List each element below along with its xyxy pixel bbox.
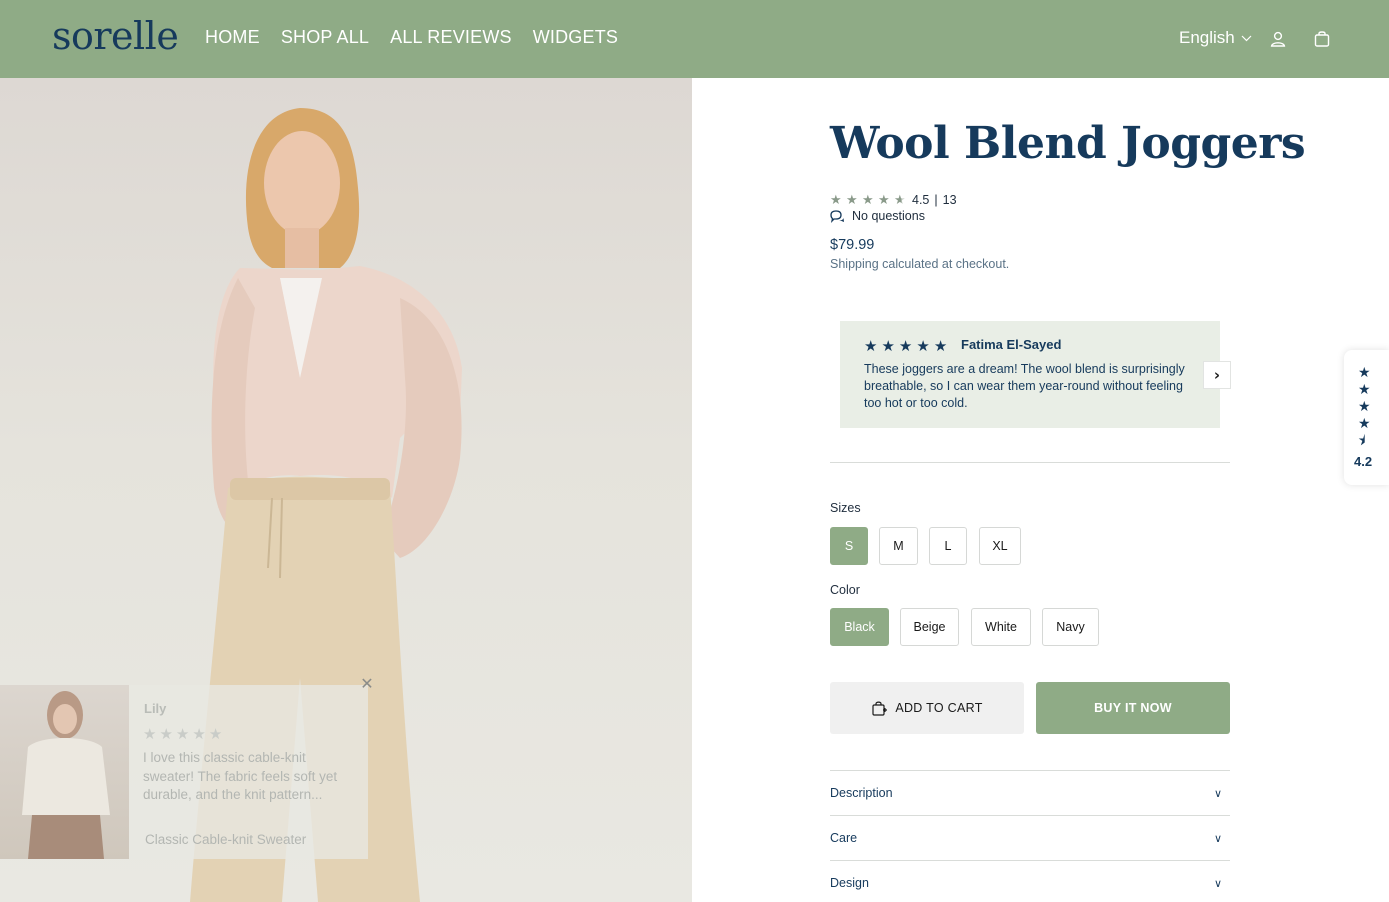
chat-bubbles-icon <box>830 209 844 223</box>
size-option-l[interactable]: L <box>929 527 967 565</box>
nav-widgets[interactable]: WIDGETS <box>533 27 618 48</box>
product-title: Wool Blend Joggers <box>830 118 1306 169</box>
accordion-care[interactable]: Care ∨ <box>830 815 1230 860</box>
add-to-cart-button[interactable]: ADD TO CART <box>830 682 1024 734</box>
popup-review-author: Lily <box>144 701 167 716</box>
star-icon: ★ <box>830 192 842 207</box>
floating-rating-stars: ★ ★ ★ ★ ⯨ <box>1358 365 1371 449</box>
floating-rating-value: 4.2 <box>1354 454 1373 469</box>
main-nav: HOME SHOP ALL ALL REVIEWS WIDGETS <box>205 27 618 48</box>
product-price: $79.99 <box>830 237 875 253</box>
sizes-label: Sizes <box>830 501 861 515</box>
star-icon: ★ <box>159 725 173 743</box>
half-star-icon: ★ <box>894 192 909 208</box>
buy-now-button[interactable]: BUY IT NOW <box>1036 682 1230 734</box>
star-icon: ★ <box>881 337 895 355</box>
shipping-link[interactable]: Shipping calculated at checkout. <box>830 257 1009 271</box>
review-count: 13 <box>942 193 957 207</box>
chevron-down-icon: ∨ <box>1213 832 1222 845</box>
featured-review-stars: ★ ★ ★ ★ ★ <box>864 337 947 355</box>
star-icon: ★ <box>1358 382 1371 398</box>
accordion-label: Care <box>830 831 858 845</box>
nav-shop-all[interactable]: SHOP ALL <box>281 27 369 48</box>
language-label: English <box>1179 28 1235 47</box>
divider <box>830 462 1230 463</box>
star-icon: ★ <box>878 192 890 207</box>
review-popup[interactable]: Lily ★ ★ ★ ★ ★ I love this classic cable… <box>0 685 368 859</box>
nav-all-reviews[interactable]: ALL REVIEWS <box>390 27 512 48</box>
star-icon: ★ <box>1358 399 1371 415</box>
star-icon: ★ <box>862 192 874 207</box>
half-star-icon: ⯨ <box>1358 433 1366 449</box>
size-option-m[interactable]: M <box>879 527 918 565</box>
language-selector[interactable]: English <box>1179 28 1252 48</box>
star-icon: ★ <box>143 725 157 743</box>
star-icon: ★ <box>208 725 223 743</box>
star-icon: ★ <box>898 337 913 355</box>
color-option-navy[interactable]: Navy <box>1042 608 1099 646</box>
site-header: sorelle HOME SHOP ALL ALL REVIEWS WIDGET… <box>0 0 1389 78</box>
nav-home[interactable]: HOME <box>205 27 260 48</box>
bag-icon[interactable] <box>1312 29 1332 49</box>
user-icon[interactable] <box>1268 29 1288 49</box>
star-icon: ★ <box>916 337 930 355</box>
popup-review-text: I love this classic cable-knit sweater! … <box>143 750 338 802</box>
carousel-next-button[interactable]: › <box>1203 361 1231 389</box>
star-icon: ★ <box>192 725 206 743</box>
questions-link[interactable]: No questions <box>830 209 925 223</box>
star-icon: ★ <box>933 337 948 355</box>
close-icon[interactable]: ✕ <box>359 676 375 692</box>
chevron-down-icon: ∨ <box>1213 877 1222 890</box>
star-icon: ★ <box>1358 416 1371 432</box>
rating-value: 4.5 <box>912 193 930 207</box>
add-to-cart-label: ADD TO CART <box>895 701 983 715</box>
rating-separator: | <box>934 193 938 207</box>
accordion-description[interactable]: Description ∨ <box>830 770 1230 815</box>
accordion-label: Description <box>830 786 893 800</box>
size-option-s[interactable]: S <box>830 527 868 565</box>
chevron-down-icon: ∨ <box>1213 787 1222 800</box>
floating-rating-widget[interactable]: ★ ★ ★ ★ ⯨ 4.2 <box>1344 350 1389 485</box>
color-option-black[interactable]: Black <box>830 608 889 646</box>
star-icon: ★ <box>846 192 858 207</box>
featured-review-text: These joggers are a dream! The wool blen… <box>864 362 1185 410</box>
size-option-xl[interactable]: XL <box>979 527 1021 565</box>
accordion-label: Design <box>830 876 869 890</box>
star-icon: ★ <box>1358 365 1371 381</box>
chevron-down-icon <box>1241 35 1252 41</box>
popup-review-product[interactable]: Classic Cable-knit Sweater <box>145 832 306 847</box>
site-logo[interactable]: sorelle <box>52 14 179 58</box>
popup-product-thumbnail <box>0 685 129 859</box>
accordion-design[interactable]: Design ∨ <box>830 860 1230 902</box>
star-icon: ★ <box>864 337 878 355</box>
featured-review-card: ★ ★ ★ ★ ★ Fatima El-Sayed These joggers … <box>840 321 1220 428</box>
star-icon: ★ <box>175 725 190 743</box>
color-option-white[interactable]: White <box>971 608 1031 646</box>
color-label: Color <box>830 583 860 597</box>
shipping-note: Shipping calculated at checkout. <box>830 257 1009 271</box>
cart-add-icon <box>872 701 888 716</box>
questions-label: No questions <box>852 209 925 223</box>
product-rating[interactable]: ★ ★ ★ ★ ★ 4.5 | 13 <box>830 192 957 208</box>
featured-review-author: Fatima El-Sayed <box>961 337 1062 352</box>
popup-review-stars: ★ ★ ★ ★ ★ <box>143 725 222 743</box>
chevron-right-icon: › <box>1213 366 1221 384</box>
color-option-beige[interactable]: Beige <box>900 608 959 646</box>
